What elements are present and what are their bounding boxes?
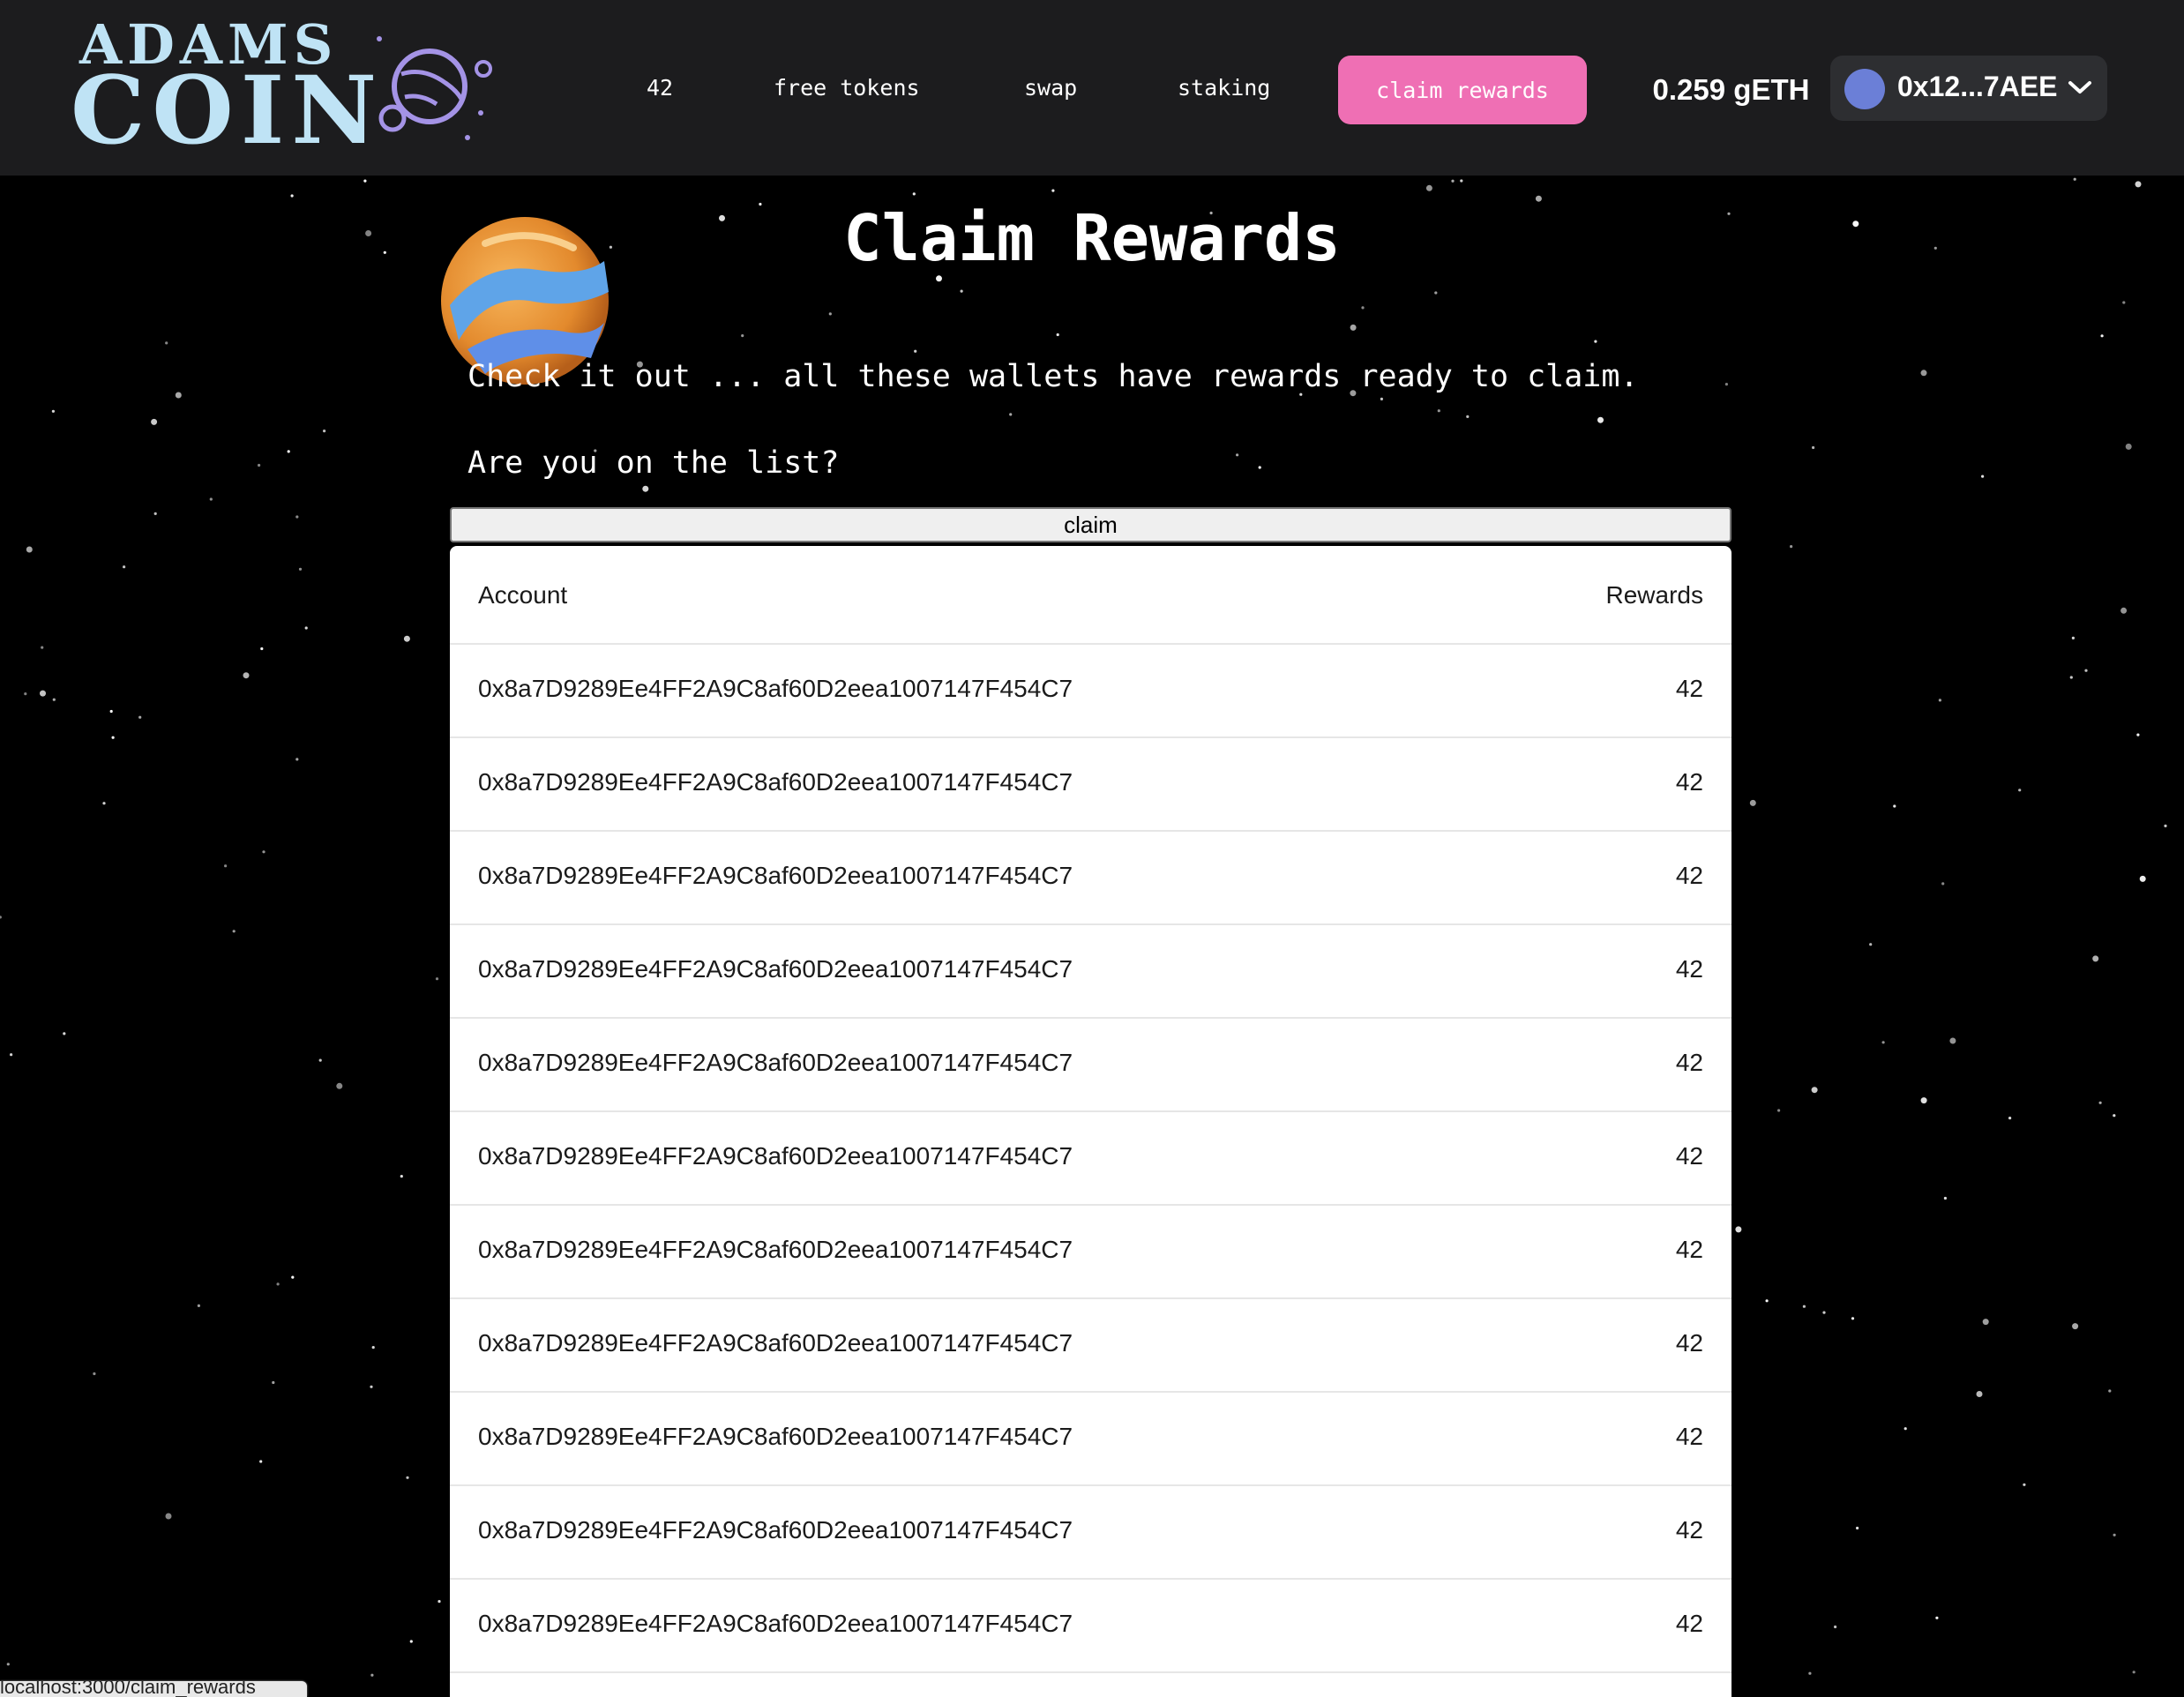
- column-header-rewards: Rewards: [1605, 581, 1703, 609]
- table-row: 0x8a7D9289Ee4FF2A9C8af60D2eea1007147F454…: [450, 1393, 1731, 1486]
- avatar: [1844, 69, 1885, 109]
- adams-coin-logo[interactable]: ADAMS COIN: [71, 12, 512, 165]
- table-row: 0x8a7D9289Ee4FF2A9C8af60D2eea1007147F454…: [450, 1019, 1731, 1112]
- row-rewards: 42: [1675, 1049, 1703, 1076]
- row-rewards: 42: [1675, 1236, 1703, 1263]
- table-row: 0x8a7D9289Ee4FF2A9C8af60D2eea1007147F454…: [450, 1486, 1731, 1580]
- account-address: 0x12...7AEE: [1897, 71, 2058, 102]
- nav-item-free-tokens[interactable]: free tokens: [774, 75, 920, 101]
- row-account: 0x8a7D9289Ee4FF2A9C8af60D2eea1007147F454…: [478, 1610, 1073, 1637]
- row-account: 0x8a7D9289Ee4FF2A9C8af60D2eea1007147F454…: [478, 1516, 1073, 1544]
- nav-item-staking[interactable]: staking: [1178, 75, 1270, 101]
- row-rewards: 42: [1675, 768, 1703, 796]
- status-url-text: localhost:3000/claim_rewards: [0, 1681, 256, 1697]
- table-header: Account Rewards: [450, 546, 1731, 645]
- table-row: 0x8a7D9289Ee4FF2A9C8af60D2eea1007147F454…: [450, 645, 1731, 738]
- page: ADAMS COIN 42 free tokens swap staking c…: [0, 0, 2184, 1697]
- row-account: 0x8a7D9289Ee4FF2A9C8af60D2eea1007147F454…: [478, 955, 1073, 983]
- account-button[interactable]: 0x12...7AEE: [1830, 56, 2107, 121]
- column-header-account: Account: [478, 581, 568, 609]
- table-row: 0x8a7D9289Ee4FF2A9C8af60D2eea1007147F454…: [450, 1112, 1731, 1206]
- table-row: 0x8a7D9289Ee4FF2A9C8af60D2eea1007147F454…: [450, 738, 1731, 832]
- page-title: Claim Rewards: [843, 201, 1341, 275]
- table-row: 0x8a7D9289Ee4FF2A9C8af60D2eea1007147F454…: [450, 925, 1731, 1019]
- row-account: 0x8a7D9289Ee4FF2A9C8af60D2eea1007147F454…: [478, 862, 1073, 889]
- nav-item-42[interactable]: 42: [647, 75, 673, 101]
- planet-ring-icon: [377, 36, 492, 140]
- logo-text-bottom: COIN: [71, 55, 385, 165]
- rewards-table: Account Rewards 0x8a7D9289Ee4FF2A9C8af60…: [450, 546, 1731, 1697]
- top-navbar: ADAMS COIN 42 free tokens swap staking c…: [0, 0, 2184, 176]
- status-bar-url: localhost:3000/claim_rewards: [0, 1681, 307, 1697]
- nav-item-swap[interactable]: swap: [1024, 75, 1077, 101]
- table-row: 0x8a7D9289Ee4FF2A9C8af60D2eea1007147F454…: [450, 1206, 1731, 1299]
- table-row: 0x8a7D9289Ee4FF2A9C8af60D2eea1007147F454…: [450, 832, 1731, 925]
- row-account: 0x8a7D9289Ee4FF2A9C8af60D2eea1007147F454…: [478, 1423, 1073, 1450]
- row-account: 0x8a7D9289Ee4FF2A9C8af60D2eea1007147F454…: [478, 768, 1073, 796]
- row-rewards: 42: [1675, 1516, 1703, 1544]
- row-rewards: 42: [1675, 955, 1703, 983]
- chevron-down-icon: [2068, 81, 2091, 93]
- claim-button[interactable]: claim: [450, 507, 1731, 542]
- row-rewards: 42: [1675, 1329, 1703, 1357]
- row-rewards: 42: [1675, 862, 1703, 889]
- intro-text: Check it out ... all these wallets have …: [467, 359, 1639, 394]
- row-rewards: 42: [1675, 675, 1703, 702]
- row-rewards: 42: [1675, 1610, 1703, 1637]
- row-account: 0x8a7D9289Ee4FF2A9C8af60D2eea1007147F454…: [478, 675, 1073, 702]
- question-text: Are you on the list?: [467, 445, 840, 481]
- row-rewards: 42: [1675, 1142, 1703, 1170]
- wallet-balance[interactable]: 0.259 gETH: [1641, 56, 1821, 124]
- row-rewards: 42: [1675, 1423, 1703, 1450]
- table-row: 0x8a7D9289Ee4FF2A9C8af60D2eea1007147F454…: [450, 1580, 1731, 1673]
- row-account: 0x8a7D9289Ee4FF2A9C8af60D2eea1007147F454…: [478, 1049, 1073, 1076]
- table-row: 0x8a7D9289Ee4FF2A9C8af60D2eea1007147F454…: [450, 1299, 1731, 1393]
- row-account: 0x8a7D9289Ee4FF2A9C8af60D2eea1007147F454…: [478, 1142, 1073, 1170]
- row-account: 0x8a7D9289Ee4FF2A9C8af60D2eea1007147F454…: [478, 1236, 1073, 1263]
- row-account: 0x8a7D9289Ee4FF2A9C8af60D2eea1007147F454…: [478, 1329, 1073, 1357]
- nav-item-claim-rewards[interactable]: claim rewards: [1338, 56, 1587, 124]
